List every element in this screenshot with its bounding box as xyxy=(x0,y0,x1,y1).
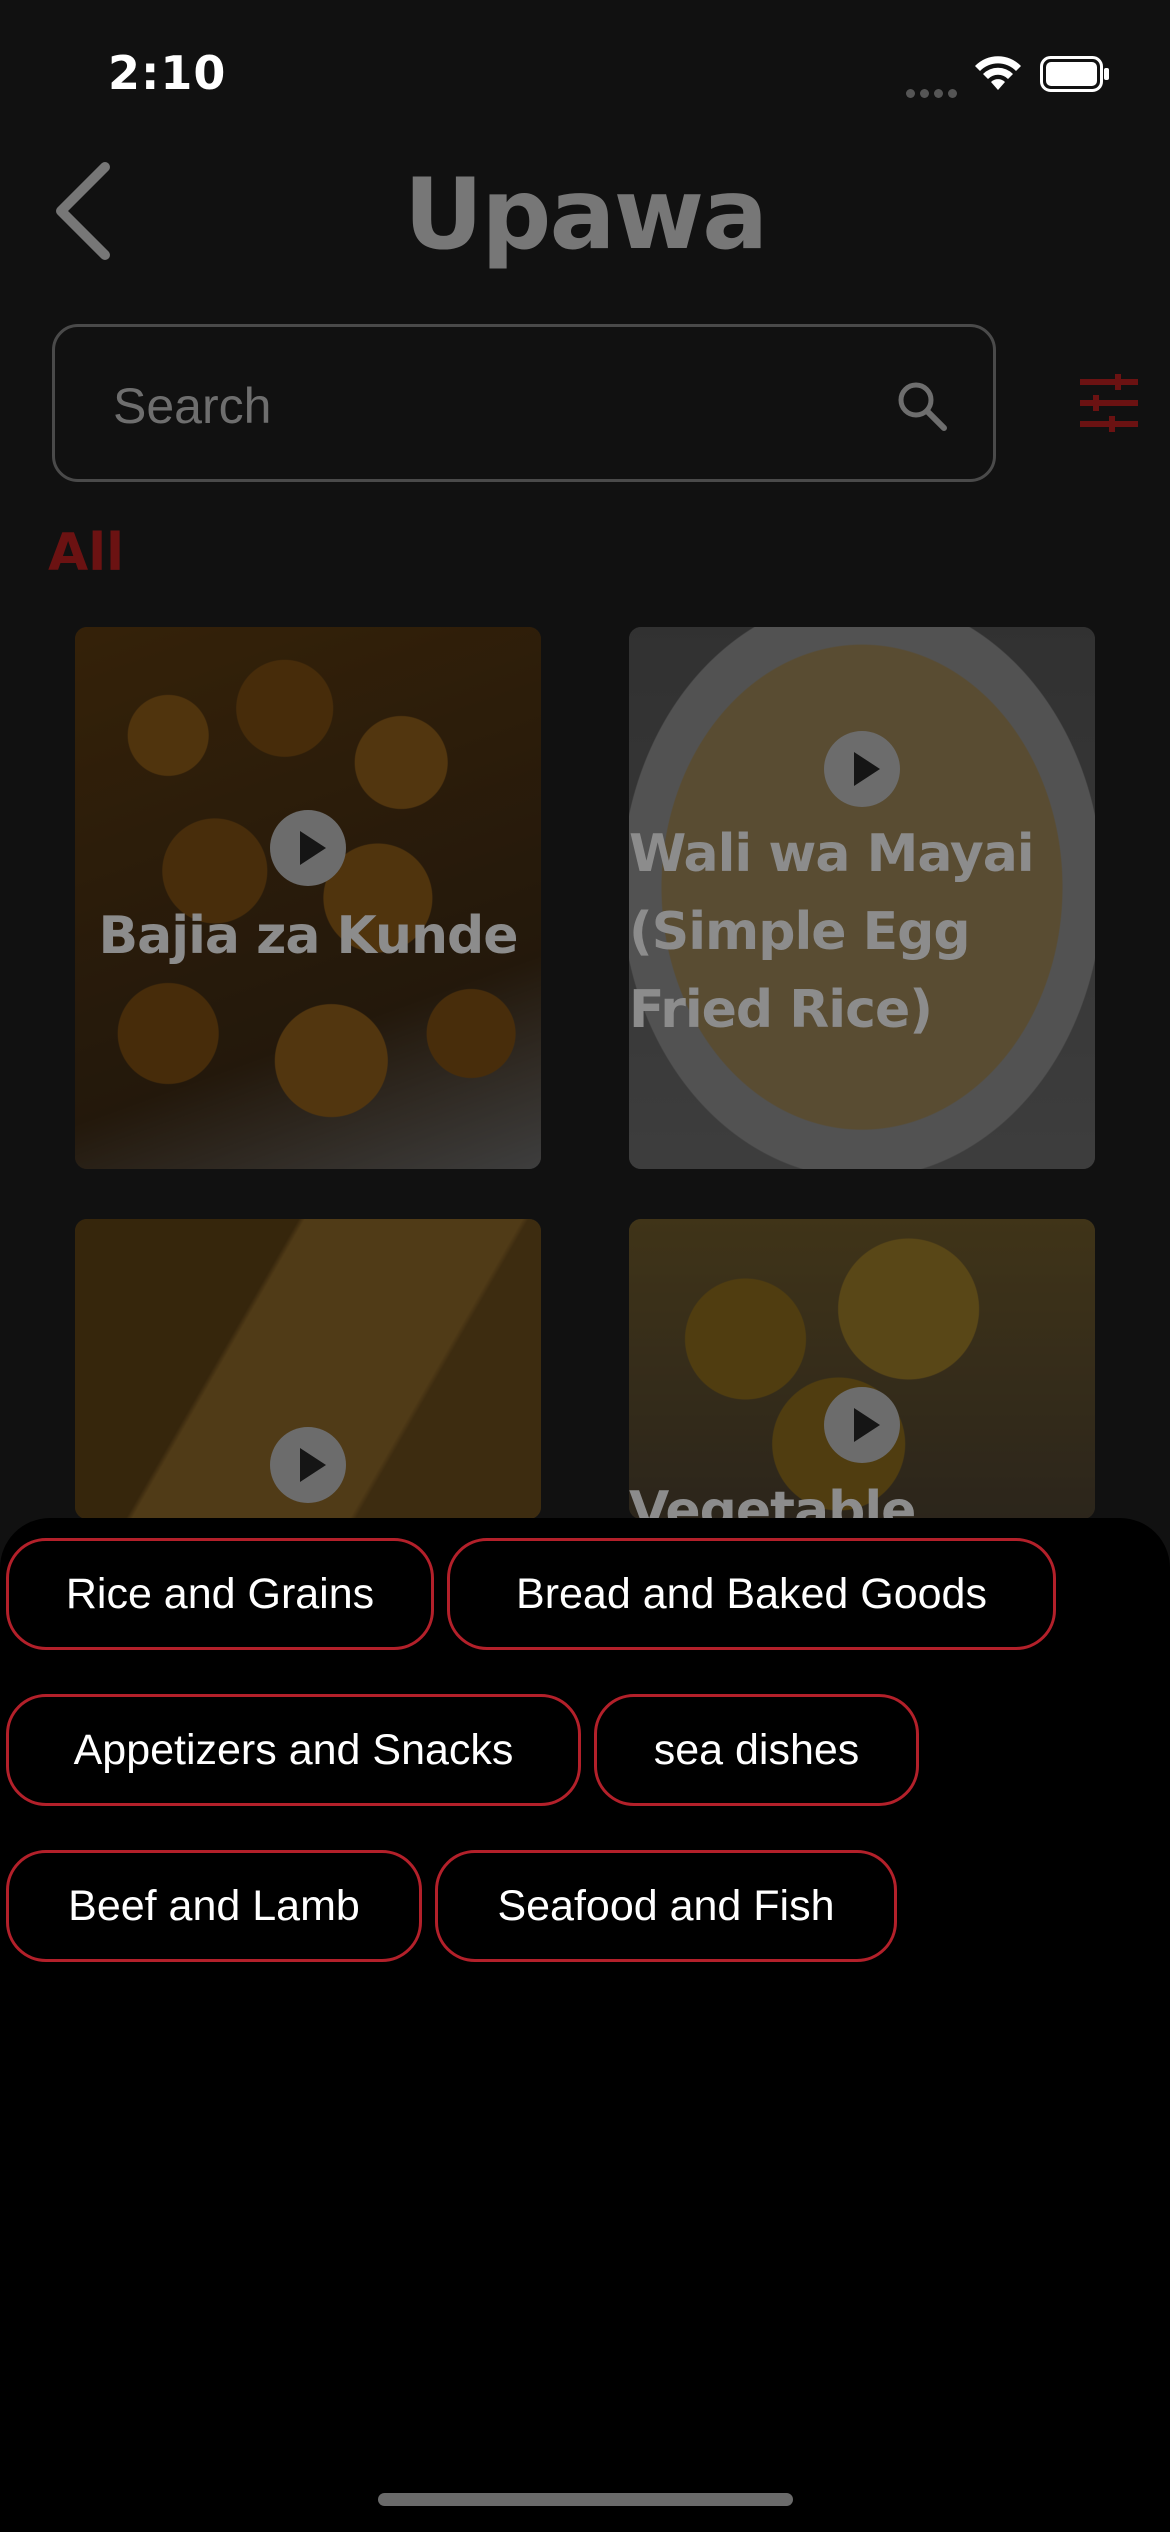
category-sheet: Rice and Grains Bread and Baked Goods Ap… xyxy=(0,1518,1170,2532)
app-header: Upawa xyxy=(0,150,1170,272)
recipe-card[interactable]: Bajia za Kunde xyxy=(75,627,541,1169)
play-icon[interactable] xyxy=(270,810,346,886)
search-box[interactable] xyxy=(52,324,996,482)
play-icon[interactable] xyxy=(824,731,900,807)
category-chip-appetizers-and-snacks[interactable]: Appetizers and Snacks xyxy=(6,1694,581,1806)
battery-icon xyxy=(1040,56,1109,92)
category-chip-rice-and-grains[interactable]: Rice and Grains xyxy=(6,1538,434,1650)
category-chip-beef-and-lamb[interactable]: Beef and Lamb xyxy=(6,1850,422,1962)
status-time: 2:10 xyxy=(108,46,227,100)
wifi-icon xyxy=(975,56,1021,90)
recipe-card[interactable] xyxy=(75,1219,541,1519)
recipe-title: Bajia za Kunde xyxy=(98,906,519,966)
search-icon[interactable] xyxy=(895,379,949,433)
recipe-card[interactable]: Wali wa Mayai (Simple Egg Fried Rice) xyxy=(629,627,1095,1169)
recipe-card[interactable]: Vegetable Spring xyxy=(629,1219,1095,1519)
play-icon[interactable] xyxy=(824,1387,900,1463)
search-input[interactable] xyxy=(111,367,895,445)
recipe-title: Wali wa Mayai (Simple Egg Fried Rice) xyxy=(629,824,1035,1040)
tab-all[interactable]: All xyxy=(48,523,124,583)
filter-sliders-icon[interactable] xyxy=(1078,372,1140,434)
page-title: Upawa xyxy=(403,158,769,272)
recipe-title: Vegetable Spring xyxy=(629,1481,916,1519)
category-chip-bread-and-baked-goods[interactable]: Bread and Baked Goods xyxy=(447,1538,1056,1650)
status-bar: 2:10 xyxy=(0,0,1170,140)
home-indicator[interactable] xyxy=(378,2493,793,2506)
category-chip-sea-dishes[interactable]: sea dishes xyxy=(594,1694,919,1806)
cellular-signal-icon xyxy=(906,83,962,102)
category-chip-seafood-and-fish[interactable]: Seafood and Fish xyxy=(435,1850,897,1962)
play-icon[interactable] xyxy=(270,1427,346,1503)
